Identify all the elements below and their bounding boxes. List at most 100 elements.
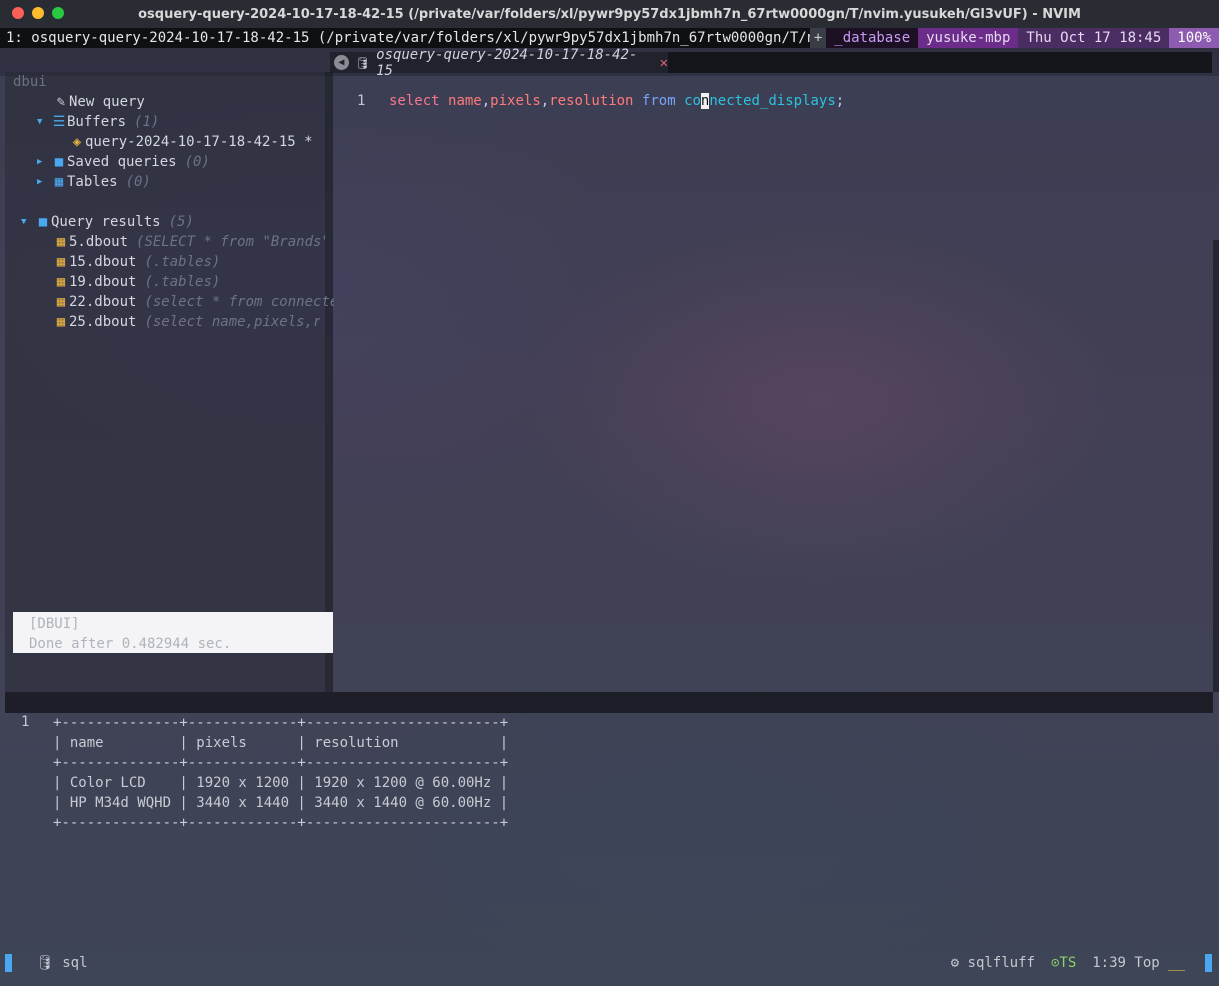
line-number: 1 [357,93,366,109]
sidebar-title: dbui [13,74,47,90]
sidebar-separator[interactable] [325,72,333,692]
chevron-right-icon[interactable]: ▶ [37,152,51,172]
tmux-battery: 100% [1169,28,1219,48]
tree-item-result[interactable]: ▦ 25.dbout (select name,pixels,res [53,312,321,332]
minimize-window-button[interactable] [32,7,44,19]
result-name: 5.dbout [69,234,129,250]
zoom-window-button[interactable] [52,7,64,19]
list-icon: ☰ [52,114,66,130]
table-icon: ▦ [56,294,66,310]
chevron-right-icon[interactable]: ▶ [37,172,51,192]
column-pixels: pixels [490,93,541,109]
tree-item-count: (0) [125,174,151,190]
table-icon: ▦ [56,254,66,270]
tree-item-label: query-2024-10-17-18-42-15 * [85,134,313,150]
treesitter-label: TS [1059,955,1077,971]
statusline-right: ⚙ sqlfluff ⊙TS 1:39 Top __ [951,954,1185,972]
tree-item-result[interactable]: ▦ 19.dbout (.tables) [53,272,221,292]
column-resolution: resolution [549,93,634,109]
mode-marker-right [1205,954,1212,972]
tmux-window-label[interactable]: 1: osquery-query-2024-10-17-18-42-15 (/p… [6,28,840,48]
result-table-border: +--------------+-------------+----------… [53,715,509,731]
table-icon: ▦ [54,174,64,190]
line-number: 1 [21,714,30,730]
tree-item-new-query[interactable]: ✎ New query [53,92,145,112]
result-desc: (SELECT * from "Brands" [136,234,327,250]
editor-scrollbar[interactable] [1213,240,1219,692]
tree-item-tables[interactable]: ▶ ▦ Tables (0) [37,172,151,192]
result-table-header: | name | pixels | resolution | [53,735,509,751]
tree-item-query-results[interactable]: ▼ ■ Query results (5) [21,212,194,232]
column-name: name [448,93,482,109]
tree-item-buffer-query[interactable]: ◈ query-2024-10-17-18-42-15 * [69,132,313,152]
result-desc: (select name,pixels,res [144,314,321,330]
table-icon: ▦ [56,234,66,250]
comma: , [481,93,491,109]
result-table-row: | HP M34d WQHD | 3440 x 1440 | 3440 x 14… [53,795,509,811]
buffer-tab[interactable]: ◀ 🛢 osquery-query-2024-10-17-18-42-15 ✕ [330,47,668,79]
filetype-label: sql [62,955,88,971]
result-table-border: +--------------+-------------+----------… [53,815,509,831]
chevron-down-icon[interactable]: ▼ [37,112,51,132]
gears-icon: ⚙ [950,955,960,971]
database-icon: 🛢 [36,955,54,971]
result-table-border: +--------------+-------------+----------… [53,755,509,771]
table-name-start: co [684,93,701,109]
query-results-pane[interactable]: 1 +--------------+-------------+--------… [5,713,1213,943]
tmux-datetime: Thu Oct 17 18:45 [1018,28,1170,48]
result-desc: (.tables) [144,274,221,290]
tree-item-result[interactable]: ▦ 15.dbout (.tables) [53,252,221,272]
tree-item-buffers[interactable]: ▼ ☰ Buffers (1) [37,112,159,132]
result-desc: (.tables) [144,254,221,270]
window-titlebar: osquery-query-2024-10-17-18-42-15 (/priv… [0,0,1219,28]
buffer-tab-label: osquery-query-2024-10-17-18-42-15 [376,46,638,79]
result-desc: (select * from connecte [144,294,335,310]
table-icon: ▦ [56,274,66,290]
folder-icon: ■ [38,214,48,230]
linter-label: sqlfluff [967,955,1035,971]
table-icon: ▦ [56,314,66,330]
sql-editor[interactable]: 1 select name,pixels,resolution from con… [333,76,1213,692]
tmux-right-segments: + _database yusuke-mbp Thu Oct 17 18:45 … [809,28,1219,48]
tree-item-result[interactable]: ▦ 5.dbout (SELECT * from "Brands" [53,232,326,252]
tree-item-label: Tables [67,174,118,190]
mode-indicator: __ [1168,955,1185,971]
keyword-from: from [633,93,685,109]
semicolon: ; [835,93,845,109]
linter-indicator: ⚙ sqlfluff [951,954,1035,972]
close-tab-icon[interactable]: ✕ [660,55,668,71]
window-title: osquery-query-2024-10-17-18-42-15 (/priv… [138,6,1081,22]
scroll-position-label: Top [1134,955,1160,971]
result-name: 15.dbout [69,254,137,270]
comma: , [540,93,550,109]
tree-item-count: (1) [134,114,160,130]
nvim-statusline: 🛢 sql ⚙ sqlfluff ⊙TS 1:39 Top __ [0,952,1219,974]
result-name: 25.dbout [69,314,137,330]
tree-item-label: Query results [51,214,161,230]
cursor-position-label: 1:39 [1092,955,1126,971]
keyword-select: select [389,93,449,109]
tree-item-result[interactable]: ▦ 22.dbout (select * from connecte [53,292,335,312]
mode-marker-left [5,954,12,972]
tmux-session-name: _database [826,28,919,48]
new-query-icon: ✎ [56,94,66,110]
tmux-plus-indicator: + [809,28,827,48]
tree-item-label: Saved queries [67,154,177,170]
tmux-hostname: yusuke-mbp [918,28,1019,48]
tree-item-saved-queries[interactable]: ▶ ■ Saved queries (0) [37,152,210,172]
tree-item-count: (0) [184,154,210,170]
result-table-row: | Color LCD | 1920 x 1200 | 1920 x 1200 … [53,775,509,791]
dbui-notification: [DBUI] Done after 0.482944 sec. [13,612,333,653]
notification-message: Done after 0.482944 sec. [29,636,232,652]
tmux-status-bar: 1: osquery-query-2024-10-17-18-42-15 (/p… [0,28,1219,48]
folder-icon: ■ [54,154,64,170]
window-split-bar[interactable] [5,692,1213,713]
tree-item-label: Buffers [67,114,127,130]
code-line[interactable]: select name,pixels,resolution from conne… [389,93,844,109]
close-window-button[interactable] [12,7,24,19]
tabline-fill [668,52,1212,73]
back-arrow-icon[interactable]: ◀ [334,55,349,70]
chevron-down-icon[interactable]: ▼ [21,212,35,232]
layers-icon: ◈ [72,134,82,150]
notification-title: [DBUI] [29,616,80,632]
